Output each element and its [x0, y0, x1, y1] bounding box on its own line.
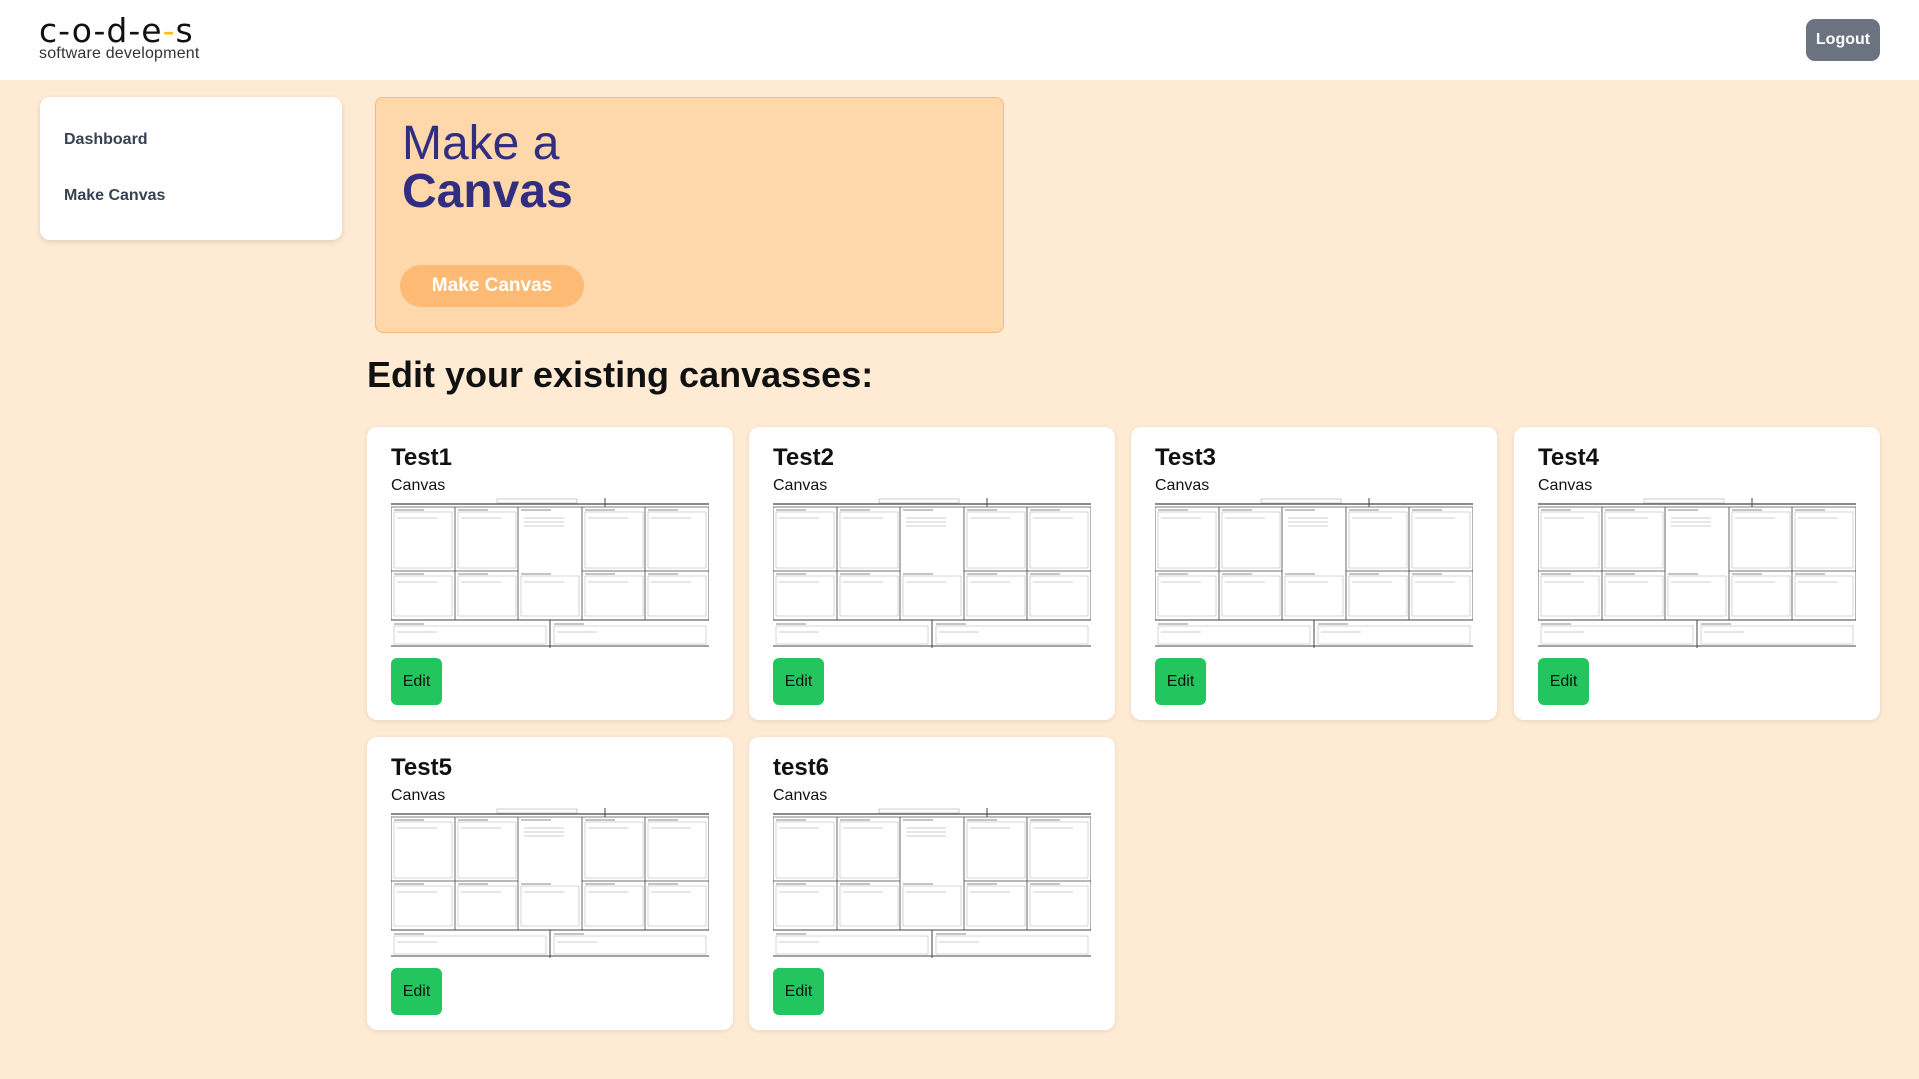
- codes-logo[interactable]: c-o-d-e-s software development: [39, 14, 200, 62]
- canvas-thumbnail: [1155, 498, 1473, 648]
- make-canvas-button[interactable]: Make Canvas: [400, 265, 584, 307]
- canvas-type: Canvas: [1155, 477, 1210, 494]
- canvas-card: Test4 Canvas Edit: [1514, 427, 1880, 720]
- sidebar: Dashboard Make Canvas: [40, 97, 342, 240]
- canvas-card: test6 Canvas Edit: [749, 737, 1115, 1030]
- logo-tagline: software development: [39, 45, 200, 62]
- hero-title-line1: Make a: [402, 117, 560, 170]
- hero-title-line2: Canvas: [402, 165, 573, 218]
- canvas-thumbnail: [773, 808, 1091, 958]
- edit-button[interactable]: Edit: [773, 968, 824, 1015]
- hero-title: Make a Canvas: [402, 120, 573, 216]
- sidebar-item-make-canvas[interactable]: Make Canvas: [64, 187, 165, 205]
- canvas-thumbnail: [773, 498, 1091, 648]
- logo-mark: c-o-d-e-s: [39, 11, 194, 50]
- edit-button[interactable]: Edit: [773, 658, 824, 705]
- edit-button[interactable]: Edit: [1538, 658, 1589, 705]
- canvas-name: Test2: [773, 444, 834, 471]
- canvas-name: Test5: [391, 754, 452, 781]
- canvas-type: Canvas: [773, 787, 828, 804]
- edit-button[interactable]: Edit: [1155, 658, 1206, 705]
- canvas-type: Canvas: [1538, 477, 1593, 494]
- canvas-thumbnail: [391, 808, 709, 958]
- canvas-name: Test4: [1538, 444, 1599, 471]
- canvas-thumbnail: [391, 498, 709, 648]
- canvas-card: Test1 Canvas Edit: [367, 427, 733, 720]
- canvas-type: Canvas: [391, 477, 446, 494]
- canvas-card: Test2 Canvas Edit: [749, 427, 1115, 720]
- canvas-thumbnail: [1538, 498, 1856, 648]
- section-title: Edit your existing canvasses:: [367, 354, 874, 395]
- canvas-card: Test5 Canvas Edit: [367, 737, 733, 1030]
- logout-button[interactable]: Logout: [1806, 19, 1880, 61]
- canvas-name: test6: [773, 754, 830, 781]
- canvas-name: Test1: [391, 444, 452, 471]
- top-bar: c-o-d-e-s software development Logout: [0, 0, 1919, 80]
- edit-button[interactable]: Edit: [391, 968, 442, 1015]
- canvas-name: Test3: [1155, 444, 1216, 471]
- canvas-type: Canvas: [773, 477, 828, 494]
- sidebar-item-dashboard[interactable]: Dashboard: [64, 131, 148, 149]
- canvas-type: Canvas: [391, 787, 446, 804]
- edit-button[interactable]: Edit: [391, 658, 442, 705]
- canvas-card: Test3 Canvas Edit: [1131, 427, 1497, 720]
- make-canvas-panel: Make a Canvas Make Canvas: [375, 97, 1004, 333]
